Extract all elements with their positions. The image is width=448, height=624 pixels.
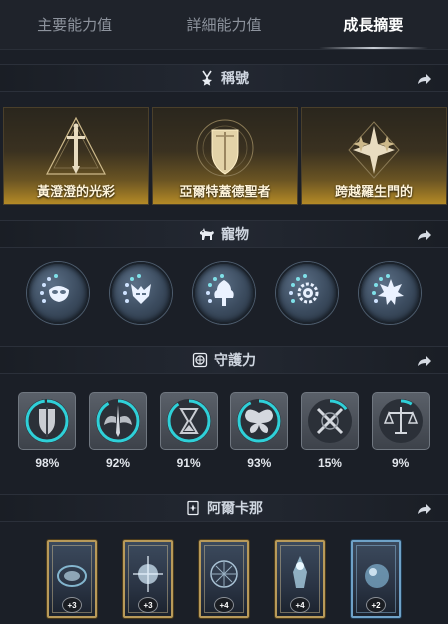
arcana-card[interactable]: +2	[351, 540, 401, 618]
title-card-label: 亞爾特蓋德聖者	[179, 184, 271, 199]
sun-gear-emblem-icon	[289, 274, 319, 304]
section-title-label: 寵物	[221, 226, 249, 242]
arcana-level-badge: +4	[214, 597, 234, 613]
tab-main-stats[interactable]: 主要能力值	[0, 0, 149, 49]
title-card[interactable]: 亞爾特蓋德聖者	[152, 107, 298, 205]
section-title-label: 阿爾卡那	[207, 500, 263, 516]
crossed-blades-icon	[307, 399, 352, 443]
arcana-list: +3 +3 +4 +4 +2	[0, 540, 448, 618]
pet-item[interactable]	[26, 262, 89, 324]
tab-bar: 主要能力值 詳細能力值 成長摘要	[0, 0, 448, 50]
guardian-percent: 93%	[247, 456, 272, 470]
arcana-card[interactable]: +4	[275, 540, 325, 618]
arcana-card[interactable]: +3	[123, 540, 173, 618]
share-arrow-icon[interactable]	[416, 501, 432, 517]
title-card-label: 跨越羅生門的	[334, 184, 413, 199]
share-arrow-icon[interactable]	[416, 227, 432, 243]
pet-item[interactable]	[359, 262, 422, 324]
arcana-level-badge: +3	[62, 597, 82, 613]
share-arrow-icon[interactable]	[416, 71, 432, 87]
guardian-item[interactable]: 9%	[371, 392, 430, 472]
tab-detailed-stats[interactable]: 詳細能力值	[149, 0, 298, 49]
section-header-titles: 稱號	[0, 64, 448, 92]
maple-leaf-emblem-icon	[372, 274, 405, 305]
title-card[interactable]: 跨越羅生門的	[301, 107, 447, 205]
wing-mask-emblem-icon	[122, 274, 151, 304]
section-title-label: 守護力	[214, 352, 256, 368]
tree-emblem-icon	[205, 274, 234, 306]
sword-triangle-emblem-icon	[46, 116, 106, 175]
section-title-label: 稱號	[221, 70, 249, 86]
guardian-percent: 98%	[35, 456, 60, 470]
balance-scale-icon	[378, 399, 423, 443]
pet-item[interactable]	[192, 262, 255, 324]
section-header-arcana: 阿爾卡那	[0, 494, 448, 522]
pet-item[interactable]	[276, 262, 339, 324]
guardian-list: 98% 92% 91% 93% 15% 9%	[0, 392, 448, 472]
mask-emblem-icon	[39, 274, 69, 303]
arcana-card[interactable]: +3	[47, 540, 97, 618]
pet-dog-icon	[200, 228, 214, 240]
title-medal-icon	[202, 70, 212, 86]
guardian-percent: 15%	[317, 456, 342, 470]
pet-item[interactable]	[109, 262, 172, 324]
guardian-shield-icon	[192, 352, 208, 368]
title-card-label: 黃澄澄的光彩	[36, 184, 115, 199]
guardian-item[interactable]: 93%	[230, 392, 289, 472]
share-arrow-icon[interactable]	[416, 353, 432, 369]
arcana-card[interactable]: +4	[199, 540, 249, 618]
title-card[interactable]: 黃澄澄的光彩	[3, 107, 149, 205]
guardian-percent: 91%	[176, 456, 201, 470]
guardian-item[interactable]: 15%	[300, 392, 359, 472]
arcana-level-badge: +2	[366, 597, 386, 613]
shield-circle-emblem-icon	[196, 119, 254, 177]
guardian-item[interactable]: 91%	[159, 392, 218, 472]
guardian-item[interactable]: 92%	[88, 392, 147, 472]
section-header-guardian: 守護力	[0, 346, 448, 374]
butterfly-icon	[237, 399, 282, 443]
section-header-pets: 寵物	[0, 220, 448, 248]
guardian-percent: 9%	[391, 456, 410, 470]
sword-shield-icon	[25, 399, 70, 443]
pet-list	[0, 262, 448, 332]
star-diamond-emblem-icon	[348, 121, 400, 179]
title-list: 黃澄澄的光彩 亞爾特蓋德聖者 跨越羅生門的	[3, 107, 447, 205]
arcana-level-badge: +4	[290, 597, 310, 613]
guardian-item[interactable]: 98%	[18, 392, 77, 472]
arcana-level-badge: +3	[138, 597, 158, 613]
hourglass-icon	[166, 399, 211, 443]
guardian-percent: 92%	[105, 456, 130, 470]
tab-growth-summary[interactable]: 成長摘要	[299, 0, 448, 49]
arcana-card-icon	[187, 500, 199, 516]
winged-blade-icon	[95, 399, 140, 443]
